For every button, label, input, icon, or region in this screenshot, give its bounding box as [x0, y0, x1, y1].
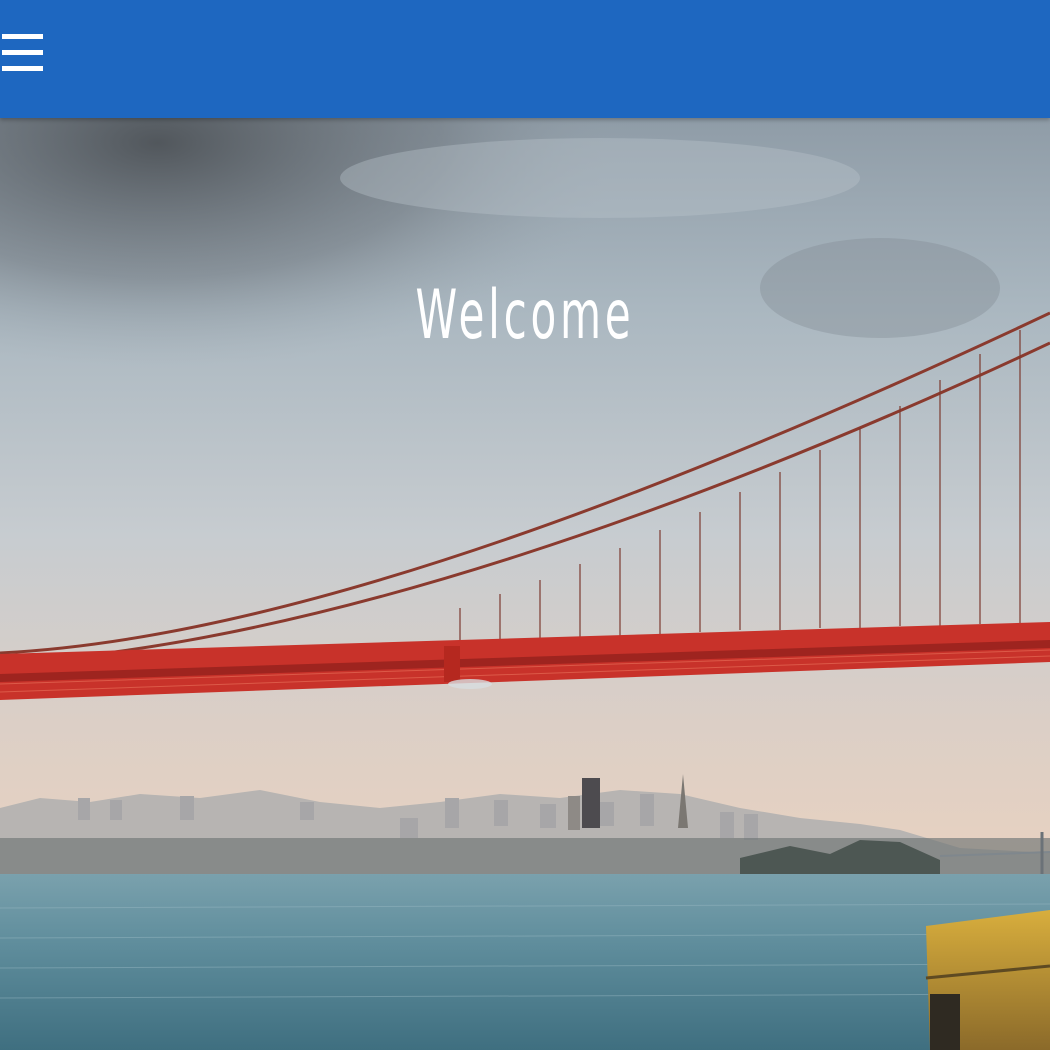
app-root: Welcome — [0, 0, 1050, 1050]
hero-section: Welcome — [0, 118, 1050, 1050]
top-app-bar — [0, 0, 1050, 118]
menu-button[interactable] — [2, 32, 44, 76]
hero-background-image — [0, 118, 1050, 1050]
hero-title: Welcome — [415, 276, 635, 355]
